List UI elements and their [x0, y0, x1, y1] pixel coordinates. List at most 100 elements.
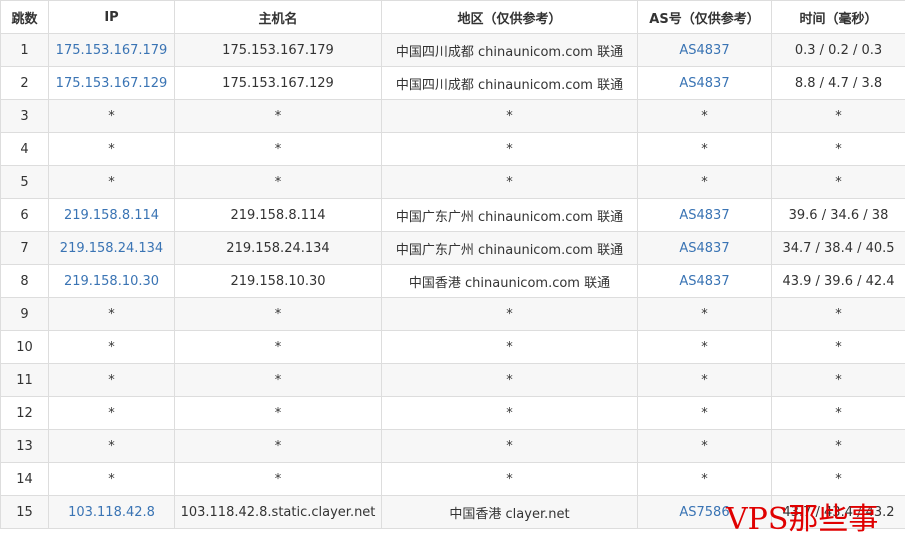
- cell-hop: 8: [0, 264, 49, 298]
- table-row: 5 * * * * *: [0, 165, 905, 199]
- cell-ip: *: [48, 330, 175, 364]
- cell-hostname: *: [174, 297, 382, 331]
- traceroute-table: 跳数 IP 主机名 地区（仅供参考） AS号（仅供参考） 时间（毫秒） 1 175…: [0, 0, 905, 529]
- ip-link[interactable]: 103.118.42.8: [68, 505, 155, 520]
- cell-hostname: 175.153.167.129: [174, 66, 382, 100]
- cell-time: *: [771, 363, 905, 397]
- cell-region: 中国香港 clayer.net: [381, 495, 638, 529]
- header-hostname: 主机名: [174, 0, 382, 34]
- ip-link[interactable]: 175.153.167.129: [56, 76, 168, 91]
- table-row: 4 * * * * *: [0, 132, 905, 166]
- cell-hostname: *: [174, 462, 382, 496]
- cell-region: *: [381, 99, 638, 133]
- cell-region: 中国广东广州 chinaunicom.com 联通: [381, 198, 638, 232]
- cell-hop: 6: [0, 198, 49, 232]
- cell-hop: 15: [0, 495, 49, 529]
- table-row: 2 175.153.167.129 175.153.167.129 中国四川成都 ch…: [0, 66, 905, 100]
- cell-hostname: 175.153.167.179: [174, 33, 382, 67]
- cell-as: *: [637, 462, 772, 496]
- cell-region: *: [381, 363, 638, 397]
- cell-time: *: [771, 297, 905, 331]
- cell-hop: 3: [0, 99, 49, 133]
- cell-as: *: [637, 396, 772, 430]
- as-link[interactable]: AS4837: [679, 76, 729, 91]
- cell-time: 39.6 / 34.6 / 38: [771, 198, 905, 232]
- cell-ip: *: [48, 363, 175, 397]
- cell-ip: *: [48, 99, 175, 133]
- cell-time: *: [771, 462, 905, 496]
- cell-time: 8.8 / 4.7 / 3.8: [771, 66, 905, 100]
- cell-hostname: *: [174, 132, 382, 166]
- cell-ip: *: [48, 462, 175, 496]
- as-link[interactable]: AS4837: [679, 274, 729, 289]
- cell-as: *: [637, 132, 772, 166]
- cell-as: AS4837: [637, 264, 772, 298]
- table-row: 1 175.153.167.179 175.153.167.179 中国四川成都 ch…: [0, 33, 905, 67]
- table-row: 12 * * * * *: [0, 396, 905, 430]
- table-header-row: 跳数 IP 主机名 地区（仅供参考） AS号（仅供参考） 时间（毫秒）: [0, 0, 905, 34]
- cell-ip: 219.158.24.134: [48, 231, 175, 265]
- cell-hostname: 219.158.24.134: [174, 231, 382, 265]
- table-row: 9 * * * * *: [0, 297, 905, 331]
- cell-time: *: [771, 99, 905, 133]
- cell-hop: 14: [0, 462, 49, 496]
- table-row: 11 * * * * *: [0, 363, 905, 397]
- cell-region: *: [381, 330, 638, 364]
- ip-link[interactable]: 175.153.167.179: [56, 43, 168, 58]
- as-link[interactable]: AS4837: [679, 43, 729, 58]
- as-link[interactable]: AS4837: [679, 208, 729, 223]
- cell-region: *: [381, 429, 638, 463]
- header-as: AS号（仅供参考）: [637, 0, 772, 34]
- cell-region: 中国四川成都 chinaunicom.com 联通: [381, 33, 638, 67]
- cell-ip: *: [48, 297, 175, 331]
- cell-hostname: *: [174, 330, 382, 364]
- cell-as: AS4837: [637, 231, 772, 265]
- cell-as: AS4837: [637, 66, 772, 100]
- cell-hop: 13: [0, 429, 49, 463]
- cell-region: 中国香港 chinaunicom.com 联通: [381, 264, 638, 298]
- table-row: 3 * * * * *: [0, 99, 905, 133]
- as-link[interactable]: AS7586: [679, 505, 729, 520]
- cell-ip: *: [48, 132, 175, 166]
- cell-as: *: [637, 429, 772, 463]
- cell-ip: *: [48, 396, 175, 430]
- cell-ip: 175.153.167.129: [48, 66, 175, 100]
- cell-region: *: [381, 462, 638, 496]
- cell-hostname: *: [174, 363, 382, 397]
- cell-hop: 4: [0, 132, 49, 166]
- cell-hop: 2: [0, 66, 49, 100]
- cell-hostname: *: [174, 165, 382, 199]
- cell-ip: *: [48, 165, 175, 199]
- cell-time: 0.3 / 0.2 / 0.3: [771, 33, 905, 67]
- cell-hop: 11: [0, 363, 49, 397]
- cell-as: *: [637, 330, 772, 364]
- cell-time: *: [771, 165, 905, 199]
- cell-ip: *: [48, 429, 175, 463]
- ip-link[interactable]: 219.158.10.30: [64, 274, 159, 289]
- header-region: 地区（仅供参考）: [381, 0, 638, 34]
- as-link[interactable]: AS4837: [679, 241, 729, 256]
- table-row: 7 219.158.24.134 219.158.24.134 中国广东广州 chin…: [0, 231, 905, 265]
- cell-time: *: [771, 429, 905, 463]
- cell-time: 34.7 / 38.4 / 40.5: [771, 231, 905, 265]
- cell-region: 中国四川成都 chinaunicom.com 联通: [381, 66, 638, 100]
- cell-hostname: 219.158.8.114: [174, 198, 382, 232]
- cell-as: *: [637, 99, 772, 133]
- cell-ip: 103.118.42.8: [48, 495, 175, 529]
- cell-hostname: 219.158.10.30: [174, 264, 382, 298]
- cell-time: 43.7 / 43.4 / 43.2: [771, 495, 905, 529]
- ip-link[interactable]: 219.158.24.134: [60, 241, 163, 256]
- ip-link[interactable]: 219.158.8.114: [64, 208, 159, 223]
- cell-hostname: *: [174, 99, 382, 133]
- table-row: 14 * * * * *: [0, 462, 905, 496]
- cell-hostname: 103.118.42.8.static.clayer.net: [174, 495, 382, 529]
- table-row: 8 219.158.10.30 219.158.10.30 中国香港 chinauni…: [0, 264, 905, 298]
- cell-region: *: [381, 396, 638, 430]
- header-time: 时间（毫秒）: [771, 0, 905, 34]
- cell-hop: 1: [0, 33, 49, 67]
- header-hop: 跳数: [0, 0, 49, 34]
- cell-ip: 175.153.167.179: [48, 33, 175, 67]
- cell-time: 43.9 / 39.6 / 42.4: [771, 264, 905, 298]
- cell-time: *: [771, 132, 905, 166]
- cell-region: *: [381, 297, 638, 331]
